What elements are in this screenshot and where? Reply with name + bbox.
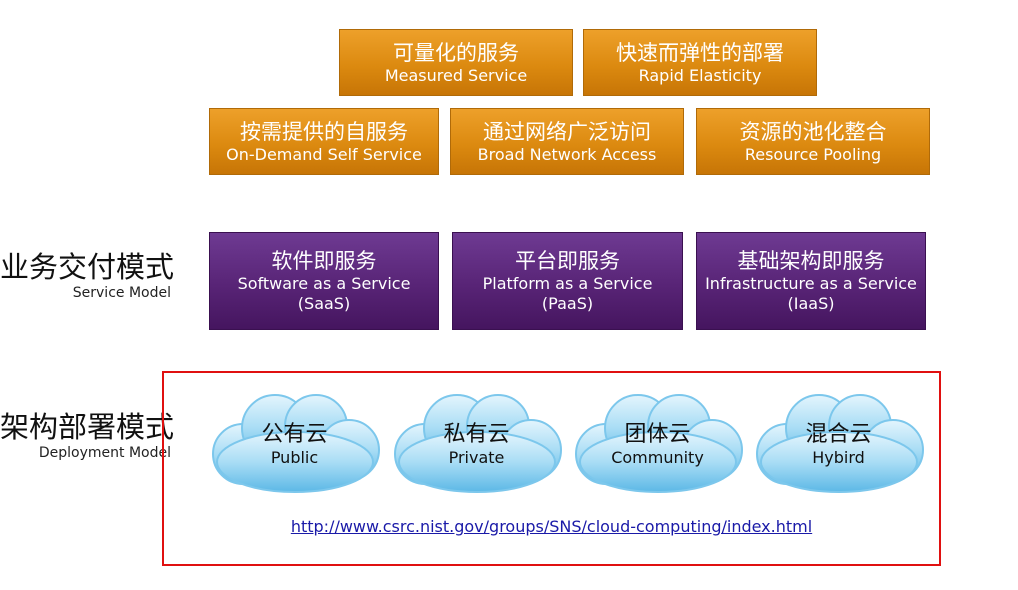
on-demand-self-service-box: 按需提供的自服务 On-Demand Self Service xyxy=(209,108,439,175)
measured-service-en: Measured Service xyxy=(384,65,528,85)
saas-zh: 软件即服务 xyxy=(271,249,377,273)
on-demand-en: On-Demand Self Service xyxy=(226,144,422,164)
paas-en: Platform as a Service xyxy=(482,274,653,293)
cloud-public-zh: 公有云 xyxy=(261,422,328,447)
deployment-model-label-zh: 架构部署模式 xyxy=(0,410,175,444)
rapid-elasticity-box: 快速而弹性的部署 Rapid Elasticity xyxy=(583,29,817,96)
cloud-hybrid-zh: 混合云 xyxy=(805,422,872,447)
broad-network-en: Broad Network Access xyxy=(477,144,657,164)
service-model-label: 业务交付模式 Service Model xyxy=(0,250,175,302)
on-demand-zh: 按需提供的自服务 xyxy=(240,119,408,144)
rapid-elasticity-zh: 快速而弹性的部署 xyxy=(616,40,784,65)
iaas-abbr: (IaaS) xyxy=(787,294,835,313)
cloud-private: 私有云 Private xyxy=(385,388,568,498)
cloud-private-zh: 私有云 xyxy=(443,422,510,447)
saas-en: Software as a Service xyxy=(237,274,411,293)
service-model-label-en: Service Model xyxy=(72,285,171,301)
iaas-zh: 基础架构即服务 xyxy=(737,249,885,273)
cloud-community-en: Community xyxy=(611,448,704,467)
measured-service-box: 可量化的服务 Measured Service xyxy=(339,29,573,96)
nist-source-link[interactable]: http://www.csrc.nist.gov/groups/SNS/clou… xyxy=(162,517,941,536)
broad-network-access-box: 通过网络广泛访问 Broad Network Access xyxy=(450,108,684,175)
cloud-public: 公有云 Public xyxy=(203,388,386,498)
paas-abbr: (PaaS) xyxy=(541,294,594,313)
cloud-community: 团体云 Community xyxy=(566,388,749,498)
iaas-box: 基础架构即服务 Infrastructure as a Service (Iaa… xyxy=(696,232,926,330)
cloud-community-zh: 团体云 xyxy=(624,422,691,447)
resource-pooling-en: Resource Pooling xyxy=(744,144,882,164)
cloud-hybrid: 混合云 Hybird xyxy=(747,388,930,498)
deployment-model-label-en: Deployment Model xyxy=(38,445,171,461)
cloud-hybrid-en: Hybird xyxy=(812,448,865,467)
paas-box: 平台即服务 Platform as a Service (PaaS) xyxy=(452,232,683,330)
deployment-model-label: 架构部署模式 Deployment Model xyxy=(0,410,175,462)
resource-pooling-zh: 资源的池化整合 xyxy=(739,119,887,144)
broad-network-zh: 通过网络广泛访问 xyxy=(483,119,651,144)
rapid-elasticity-en: Rapid Elasticity xyxy=(638,65,762,85)
service-model-label-zh: 业务交付模式 xyxy=(0,250,175,284)
cloud-private-en: Private xyxy=(448,448,505,467)
saas-box: 软件即服务 Software as a Service (SaaS) xyxy=(209,232,439,330)
saas-abbr: (SaaS) xyxy=(297,294,351,313)
cloud-public-en: Public xyxy=(270,448,319,467)
measured-service-zh: 可量化的服务 xyxy=(393,40,519,65)
paas-zh: 平台即服务 xyxy=(515,249,620,273)
resource-pooling-box: 资源的池化整合 Resource Pooling xyxy=(696,108,930,175)
iaas-en: Infrastructure as a Service xyxy=(705,274,917,293)
